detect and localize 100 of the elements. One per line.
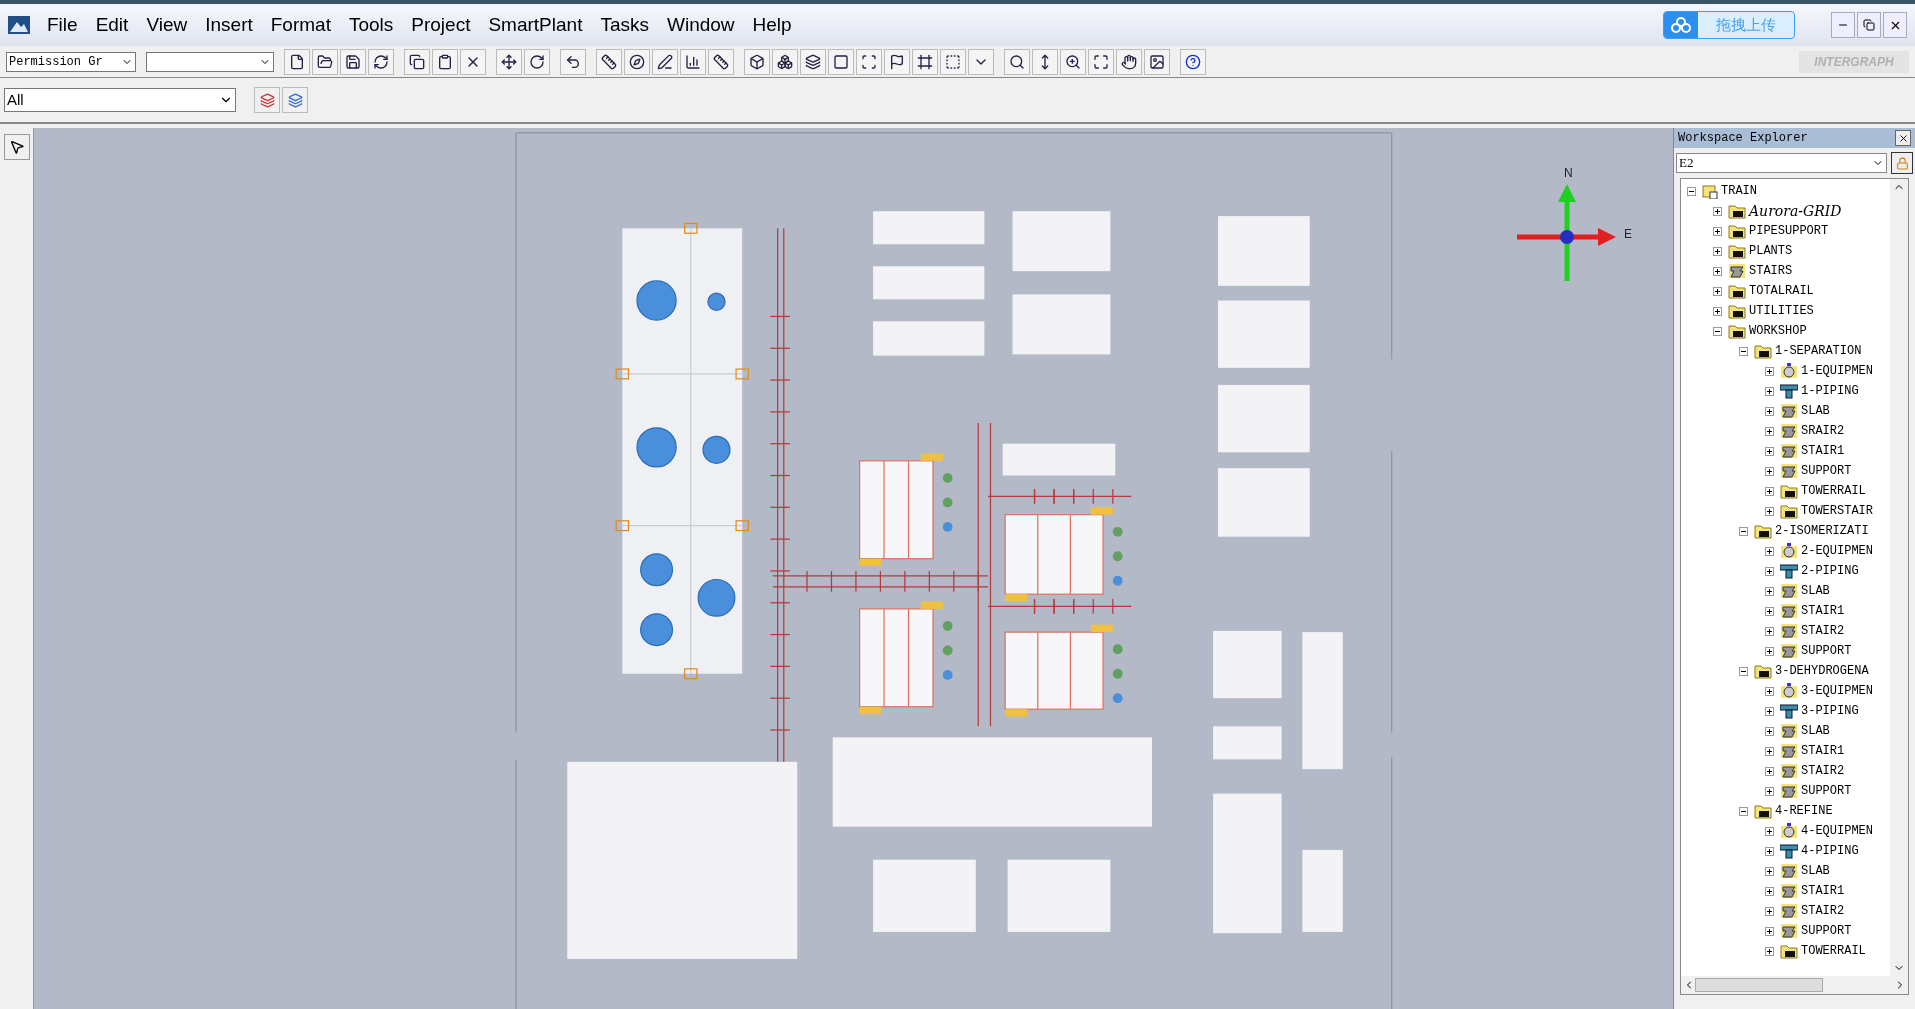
horizontal-scrollbar[interactable] bbox=[1681, 976, 1908, 994]
expand-toggle[interactable] bbox=[1765, 646, 1774, 656]
tree-item[interactable]: 4-REFINE bbox=[1775, 802, 1833, 820]
tree-item[interactable]: TOWERSTAIR bbox=[1801, 502, 1873, 520]
expand-toggle[interactable] bbox=[1765, 586, 1774, 596]
expand-toggle[interactable] bbox=[1765, 626, 1774, 636]
expand-toggle[interactable] bbox=[1765, 606, 1774, 616]
tree-item[interactable]: WORKSHOP bbox=[1749, 322, 1807, 340]
permission-group-dropdown[interactable]: Permission Gr bbox=[6, 51, 136, 72]
toolbar-button[interactable] bbox=[680, 48, 706, 75]
toolbar-button[interactable] bbox=[340, 48, 366, 75]
tree-item[interactable]: STAIR2 bbox=[1801, 902, 1845, 920]
expand-toggle[interactable] bbox=[1765, 546, 1774, 556]
vertical-scrollbar[interactable] bbox=[1890, 179, 1908, 976]
menu-item[interactable]: Project bbox=[402, 10, 480, 40]
tree-item[interactable]: 2-ISOMERIZATI bbox=[1775, 522, 1869, 540]
expand-toggle[interactable] bbox=[1765, 506, 1774, 516]
lock-button[interactable] bbox=[1891, 152, 1913, 174]
close-button[interactable] bbox=[1895, 130, 1911, 146]
dropdown[interactable] bbox=[146, 51, 274, 72]
menu-item[interactable]: Tasks bbox=[591, 10, 658, 40]
expand-toggle[interactable] bbox=[1765, 826, 1774, 836]
expand-toggle[interactable] bbox=[1765, 706, 1774, 716]
toolbar-button[interactable] bbox=[772, 48, 798, 75]
expand-toggle[interactable] bbox=[1765, 886, 1774, 896]
expand-toggle[interactable] bbox=[1765, 366, 1774, 376]
toolbar-button[interactable] bbox=[828, 48, 854, 75]
expand-toggle[interactable] bbox=[1765, 846, 1774, 856]
tree-item[interactable]: SLAB bbox=[1801, 862, 1830, 880]
toolbar-button[interactable] bbox=[1180, 48, 1206, 75]
tree-item[interactable]: 4-PIPING bbox=[1801, 842, 1859, 860]
toolbar-button[interactable] bbox=[284, 48, 310, 75]
close-button[interactable] bbox=[1883, 12, 1907, 38]
menu-item[interactable]: SmartPlant bbox=[479, 10, 592, 40]
tree-item[interactable]: 3-PIPING bbox=[1801, 702, 1859, 720]
tree-item[interactable]: 1-PIPING bbox=[1801, 382, 1859, 400]
expand-toggle[interactable] bbox=[1765, 386, 1774, 396]
tree-item[interactable]: TOTALRAIL bbox=[1749, 282, 1814, 300]
expand-toggle[interactable] bbox=[1765, 766, 1774, 776]
toolbar-button[interactable] bbox=[368, 48, 394, 75]
toolbar-button[interactable] bbox=[1116, 48, 1142, 75]
expand-toggle[interactable] bbox=[1713, 266, 1722, 276]
select-tool-button[interactable] bbox=[3, 134, 30, 160]
tree-item[interactable]: SLAB bbox=[1801, 582, 1830, 600]
tree-item[interactable]: SUPPORT bbox=[1801, 642, 1852, 660]
expand-toggle[interactable] bbox=[1765, 406, 1774, 416]
toolbar-button[interactable] bbox=[596, 48, 622, 75]
toolbar-button[interactable] bbox=[560, 48, 586, 75]
expand-toggle[interactable] bbox=[1765, 426, 1774, 436]
toolbar-button[interactable] bbox=[856, 48, 882, 75]
tree-item[interactable]: TRAIN bbox=[1721, 182, 1757, 200]
expand-toggle[interactable] bbox=[1765, 466, 1774, 476]
tree-item[interactable]: PLANTS bbox=[1749, 242, 1793, 260]
expand-toggle[interactable] bbox=[1765, 866, 1774, 876]
tree-item[interactable]: 1-SEPARATION bbox=[1775, 342, 1862, 360]
tree-item[interactable]: 3-DEHYDROGENA bbox=[1775, 662, 1869, 680]
menu-item[interactable]: File bbox=[38, 10, 87, 40]
expand-toggle[interactable] bbox=[1765, 686, 1774, 696]
tree-item[interactable]: STAIR2 bbox=[1801, 762, 1845, 780]
menu-item[interactable]: Window bbox=[658, 10, 744, 40]
collapse-toggle[interactable] bbox=[1687, 186, 1696, 196]
tree-item[interactable]: SLAB bbox=[1801, 402, 1830, 420]
expand-toggle[interactable] bbox=[1765, 906, 1774, 916]
toolbar-button[interactable] bbox=[1032, 48, 1058, 75]
toolbar-button[interactable] bbox=[912, 48, 938, 75]
tree-item[interactable]: TOWERRAIL bbox=[1801, 942, 1866, 960]
toolbar-button[interactable] bbox=[404, 48, 430, 75]
tree-item[interactable]: UTILITIES bbox=[1749, 302, 1814, 320]
tree-item[interactable]: STAIR1 bbox=[1801, 742, 1845, 760]
menu-item[interactable]: Tools bbox=[339, 10, 403, 40]
filter-tool-icon[interactable] bbox=[254, 87, 280, 113]
tree-item[interactable]: STAIRS bbox=[1749, 262, 1793, 280]
expand-toggle[interactable] bbox=[1765, 946, 1774, 956]
expand-toggle[interactable] bbox=[1713, 306, 1722, 316]
expand-toggle[interactable] bbox=[1713, 246, 1722, 256]
expand-toggle[interactable] bbox=[1765, 786, 1774, 796]
toolbar-button[interactable] bbox=[744, 48, 770, 75]
toolbar-button[interactable] bbox=[800, 48, 826, 75]
toolbar-button[interactable] bbox=[432, 48, 458, 75]
expand-toggle[interactable] bbox=[1765, 926, 1774, 936]
tree-item[interactable]: SUPPORT bbox=[1801, 922, 1852, 940]
tree-item[interactable]: 3-EQUIPMEN bbox=[1801, 682, 1873, 700]
toolbar-button[interactable] bbox=[524, 48, 550, 75]
tree-item[interactable]: STAIR1 bbox=[1801, 602, 1845, 620]
menu-item[interactable]: View bbox=[137, 10, 197, 40]
toolbar-button[interactable] bbox=[312, 48, 338, 75]
menu-item[interactable]: Format bbox=[261, 10, 340, 40]
collapse-toggle[interactable] bbox=[1739, 666, 1748, 676]
expand-toggle[interactable] bbox=[1765, 446, 1774, 456]
tree-item[interactable]: 2-EQUIPMEN bbox=[1801, 542, 1873, 560]
collapse-toggle[interactable] bbox=[1739, 346, 1748, 356]
menu-item[interactable]: Insert bbox=[196, 10, 262, 40]
expand-toggle[interactable] bbox=[1713, 226, 1722, 236]
filter-tool-icon[interactable] bbox=[282, 87, 308, 113]
toolbar-button[interactable] bbox=[708, 48, 734, 75]
toolbar-button[interactable] bbox=[1088, 48, 1114, 75]
toolbar-button[interactable] bbox=[460, 48, 486, 75]
tree-item[interactable]: SLAB bbox=[1801, 722, 1830, 740]
tree-item[interactable]: SRAIR2 bbox=[1801, 422, 1845, 440]
menu-item[interactable]: Help bbox=[743, 10, 801, 40]
